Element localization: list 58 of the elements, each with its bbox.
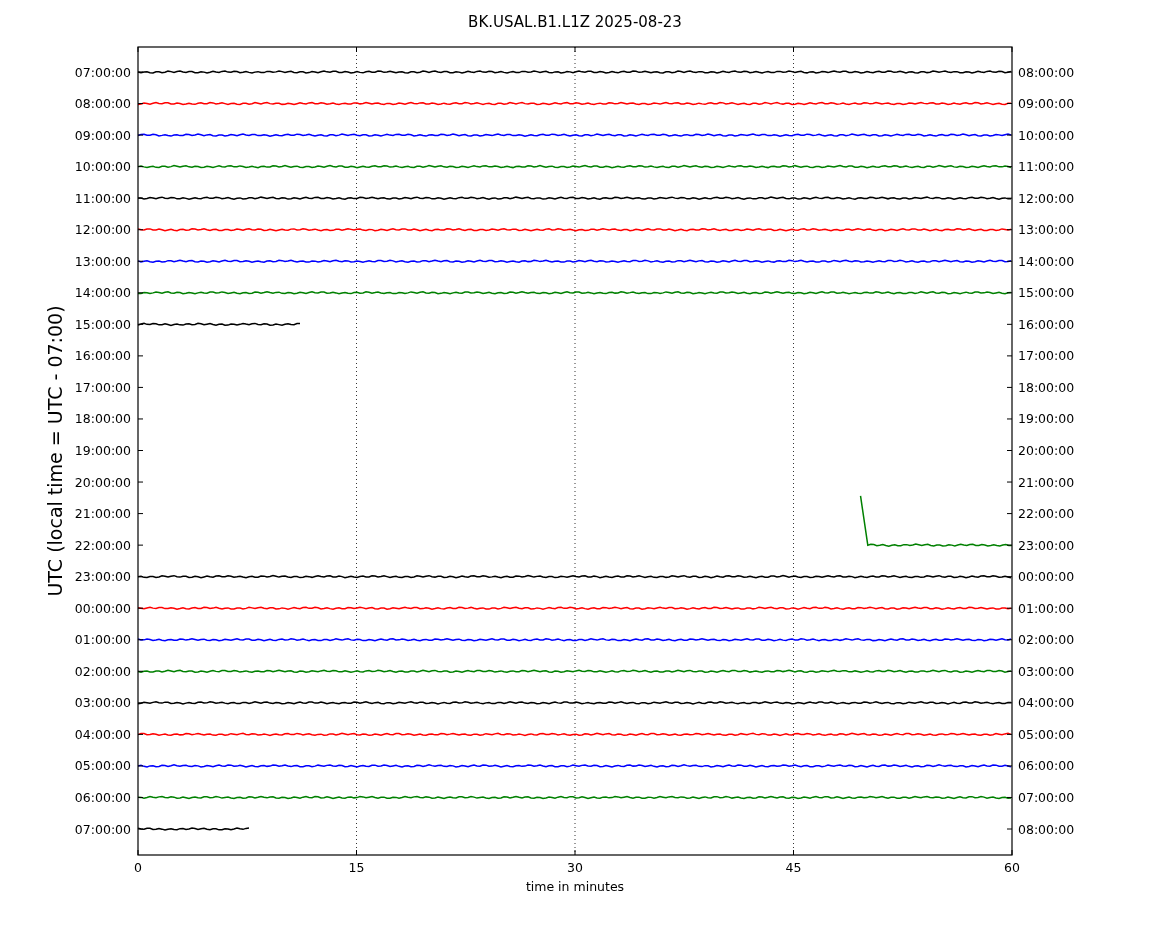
tick-label: 06:00:00 bbox=[1018, 758, 1075, 774]
tick-label: 04:00:00 bbox=[1018, 695, 1075, 711]
tick-label: 03:00:00 bbox=[74, 695, 131, 711]
tick-label: 04:00:00 bbox=[74, 726, 131, 742]
tick-label: 02:00:00 bbox=[1018, 632, 1075, 648]
tick-label: 02:00:00 bbox=[74, 663, 131, 679]
tick-label: 15:00:00 bbox=[1018, 285, 1075, 301]
chart-title: BK.USAL.B1.L1Z 2025-08-23 bbox=[468, 13, 682, 31]
tick-label: 12:00:00 bbox=[1018, 190, 1075, 206]
tick-label: 08:00:00 bbox=[1018, 64, 1075, 80]
tick-label: 09:00:00 bbox=[74, 127, 131, 143]
tick-label: 01:00:00 bbox=[1018, 600, 1075, 616]
tick-label: 00:00:00 bbox=[1018, 569, 1075, 585]
tick-label: 01:00:00 bbox=[74, 632, 131, 648]
tick-label: 0 bbox=[134, 860, 142, 875]
tick-label: 20:00:00 bbox=[74, 474, 131, 490]
tick-label: 21:00:00 bbox=[1018, 474, 1075, 490]
tick-label: 07:00:00 bbox=[1018, 789, 1075, 805]
tick-label: 17:00:00 bbox=[1018, 348, 1075, 364]
tick-label: 15 bbox=[348, 860, 365, 875]
tick-label: 15:00:00 bbox=[74, 316, 131, 332]
tick-label: 17:00:00 bbox=[74, 379, 131, 395]
tick-label: 11:00:00 bbox=[1018, 159, 1075, 175]
tick-label: 12:00:00 bbox=[74, 222, 131, 238]
tick-label: 00:00:00 bbox=[74, 600, 131, 616]
tick-label: 08:00:00 bbox=[74, 96, 131, 112]
tick-label: 14:00:00 bbox=[74, 285, 131, 301]
tick-label: 14:00:00 bbox=[1018, 253, 1075, 269]
tick-label: 13:00:00 bbox=[1018, 222, 1075, 238]
axis-label: time in minutes bbox=[525, 879, 625, 894]
tick-label: 05:00:00 bbox=[1018, 726, 1075, 742]
tick-label: 20:00:00 bbox=[1018, 443, 1075, 458]
tick-label: 07:00:00 bbox=[74, 64, 131, 80]
tick-label: 21:00:00 bbox=[74, 506, 131, 522]
tick-label: 60 bbox=[1004, 860, 1020, 875]
tick-label: 22:00:00 bbox=[74, 537, 131, 553]
tick-label: 19:00:00 bbox=[1018, 411, 1075, 427]
tick-label: 22:00:00 bbox=[1018, 506, 1075, 522]
axis-label: UTC (local time = UTC - 07:00) bbox=[44, 305, 66, 597]
tick-label: 05:00:00 bbox=[74, 758, 131, 774]
tick-label: 03:00:00 bbox=[1018, 663, 1075, 679]
tick-label: 18:00:00 bbox=[1018, 379, 1075, 395]
tick-label: 16:00:00 bbox=[1018, 316, 1075, 332]
tick-label: 07:00:00 bbox=[74, 821, 131, 837]
tick-label: 19:00:00 bbox=[74, 443, 131, 458]
tick-label: 09:00:00 bbox=[1018, 96, 1075, 112]
tick-label: 23:00:00 bbox=[74, 569, 131, 585]
tick-label: 45 bbox=[785, 860, 802, 875]
tick-label: 30 bbox=[567, 860, 583, 875]
tick-label: 06:00:00 bbox=[74, 789, 131, 805]
tick-label: 23:00:00 bbox=[1018, 537, 1075, 553]
tick-label: 10:00:00 bbox=[1018, 127, 1075, 143]
tick-label: 11:00:00 bbox=[74, 190, 131, 206]
tick-label: 13:00:00 bbox=[74, 253, 131, 269]
tick-label: 18:00:00 bbox=[74, 411, 131, 427]
tick-label: 10:00:00 bbox=[74, 159, 131, 175]
tick-label: 16:00:00 bbox=[74, 348, 131, 364]
tick-label: 08:00:00 bbox=[1018, 821, 1075, 837]
